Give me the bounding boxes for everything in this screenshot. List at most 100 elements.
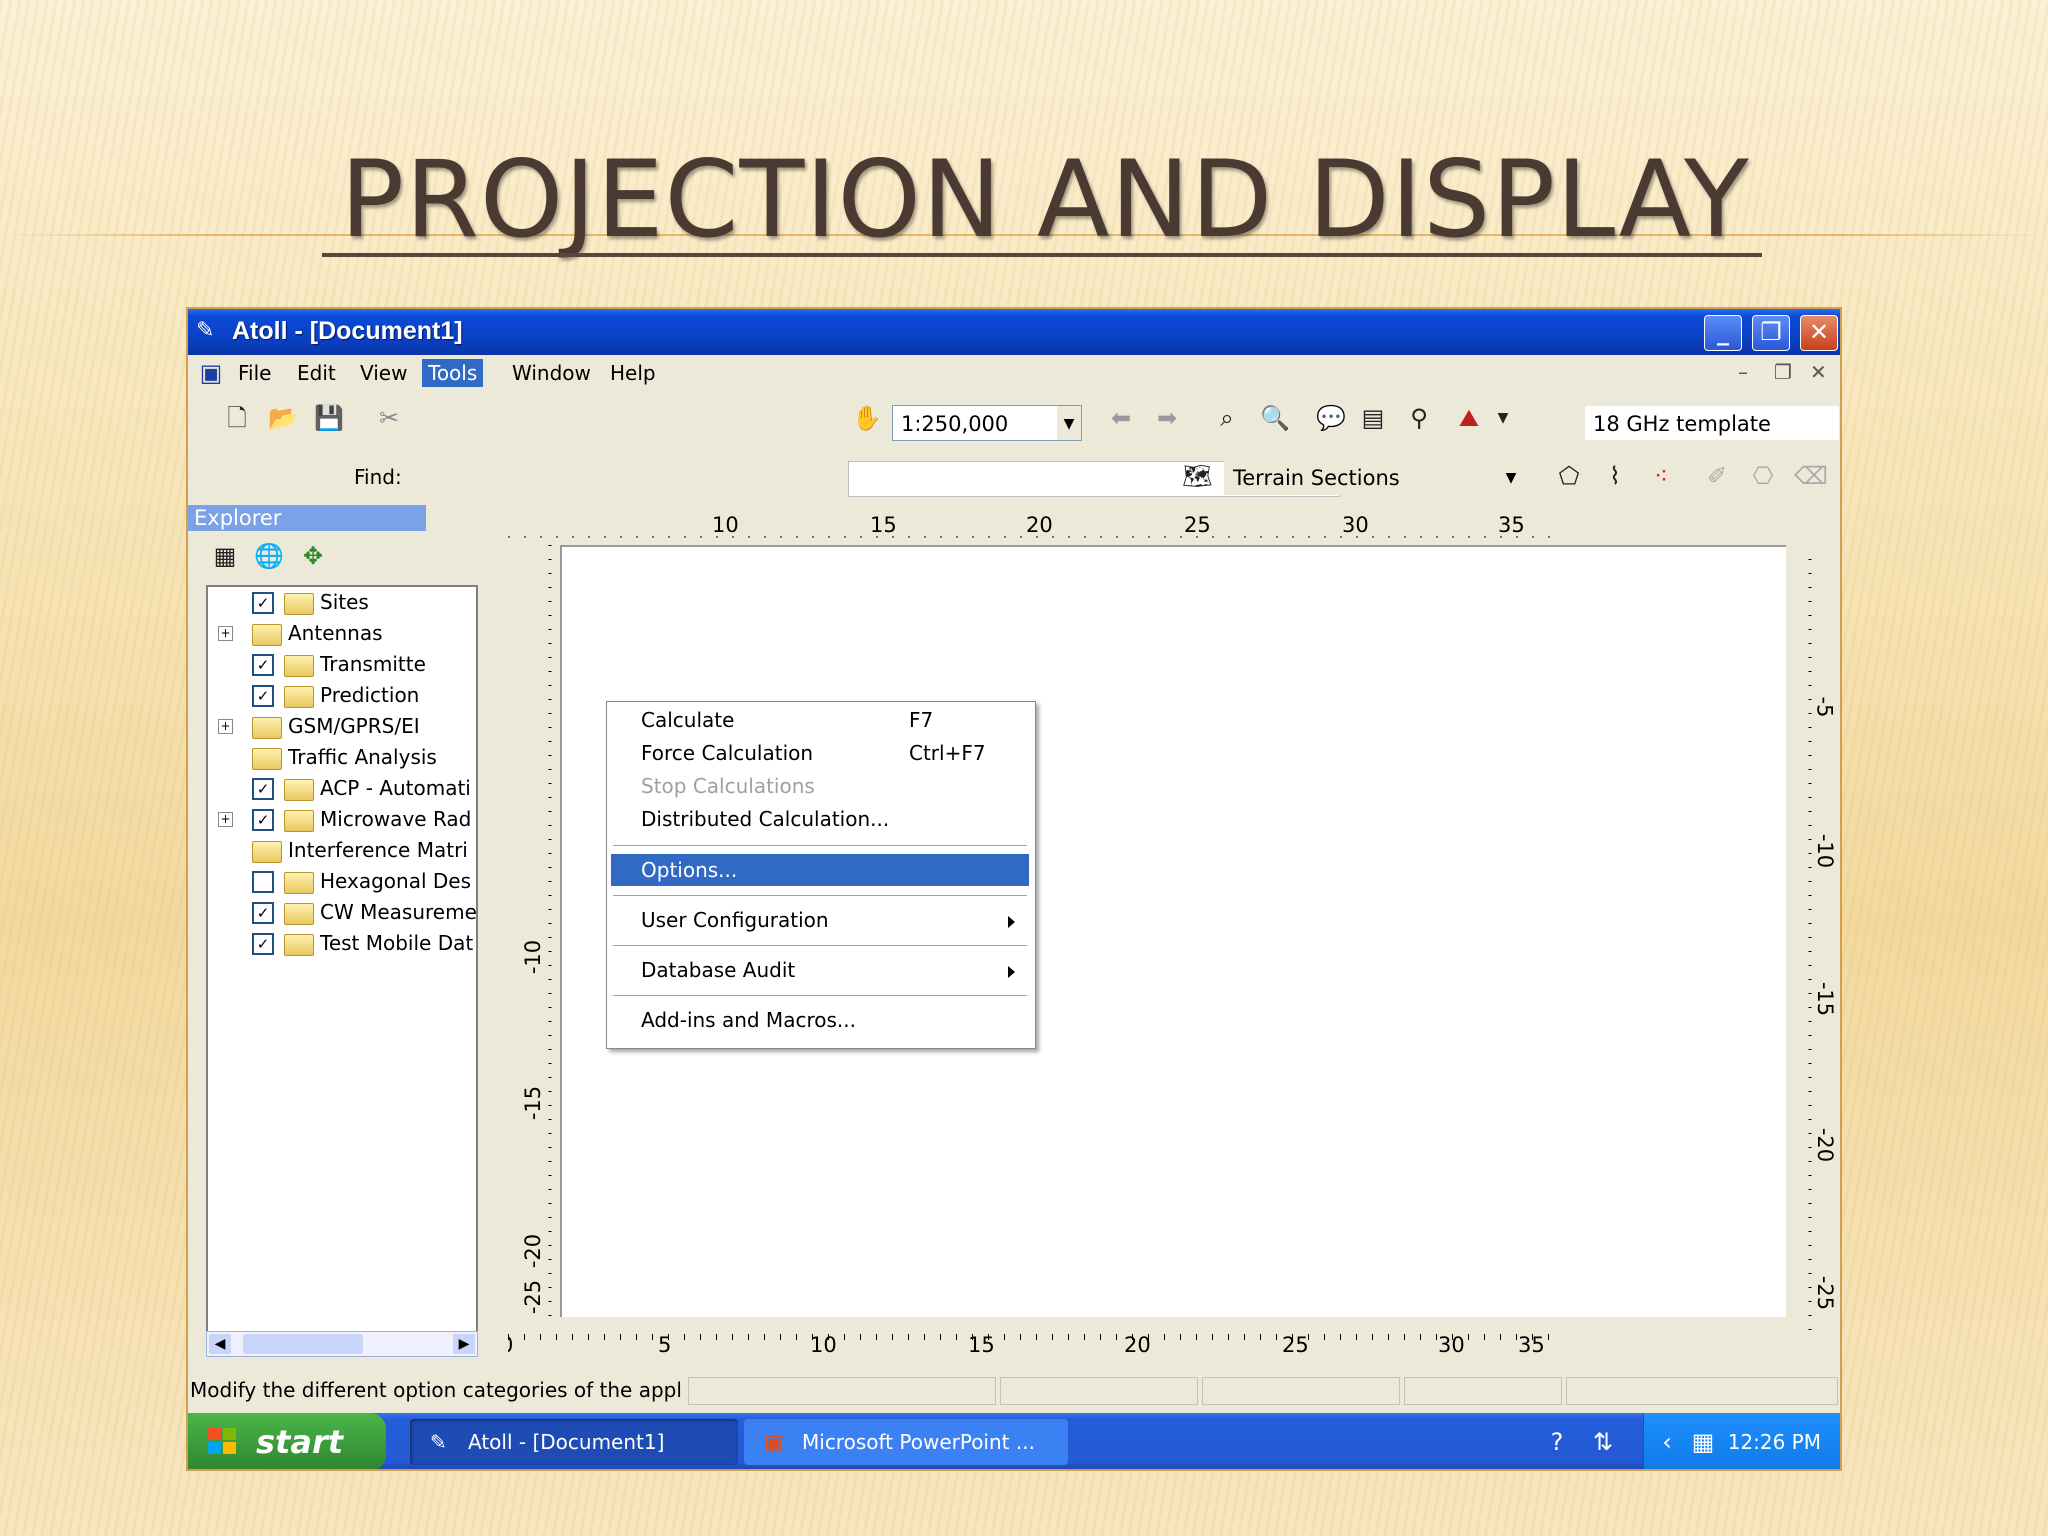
checkbox[interactable] xyxy=(252,871,274,893)
scroll-right-icon[interactable]: ▶ xyxy=(453,1334,475,1354)
binoculars-icon[interactable]: ⚲ xyxy=(1404,403,1434,433)
tree-item[interactable]: + GSM/GPRS/EI xyxy=(208,711,476,741)
mdi-minimize-icon[interactable]: – xyxy=(1738,360,1748,384)
tree-item[interactable]: ✓ ACP - Automati xyxy=(208,773,476,803)
tree-item[interactable]: Hexagonal Des xyxy=(208,866,476,896)
explorer-horizontal-scrollbar[interactable]: ◀ ▶ xyxy=(206,1331,478,1357)
tree-item[interactable]: Traffic Analysis xyxy=(208,742,476,772)
atoll-task-icon: ✎ xyxy=(430,1430,447,1454)
minimize-button[interactable]: _ xyxy=(1704,315,1742,351)
menu-item-force-calculation[interactable]: Force Calculation Ctrl+F7 xyxy=(611,737,1029,769)
zoom-icon[interactable]: 🔍 xyxy=(1260,403,1290,433)
geo-tab-icon[interactable]: 🌐 xyxy=(254,541,284,571)
edit-zone-icon[interactable]: ✐ xyxy=(1702,461,1732,491)
tree-item[interactable]: ✓ Transmitte xyxy=(208,649,476,679)
checkbox[interactable]: ✓ xyxy=(252,933,274,955)
menu-item-distributed-calculation[interactable]: Distributed Calculation... xyxy=(611,803,1029,835)
menu-edit[interactable]: Edit xyxy=(291,359,342,387)
menu-item-options[interactable]: Options... xyxy=(611,854,1029,886)
chevron-down-icon[interactable]: ▼ xyxy=(1499,460,1523,494)
tree-item[interactable]: ✓ Prediction xyxy=(208,680,476,710)
ruler-label: -20 xyxy=(521,1233,546,1269)
ruler-left: -10 -15 -20 -25 xyxy=(516,545,556,1325)
new-file-icon[interactable]: 🗋 xyxy=(222,403,252,433)
measure-icon[interactable]: ⌇ xyxy=(1600,461,1630,491)
powerpoint-icon: ▣ xyxy=(764,1430,783,1454)
profile-dropdown-icon[interactable]: ▼ xyxy=(1488,403,1518,433)
open-folder-icon[interactable]: 📂 xyxy=(268,403,298,433)
tray-expand-icon[interactable]: ‹ xyxy=(1652,1427,1682,1457)
tree-item[interactable]: ✓ CW Measureme xyxy=(208,897,476,927)
parameters-tab-icon[interactable]: ✥ xyxy=(298,541,328,571)
restore-button[interactable]: ❐ xyxy=(1752,315,1790,351)
save-icon[interactable]: 💾 xyxy=(314,403,344,433)
terrain-sections-combo[interactable]: Terrain Sections ▼ xyxy=(1224,459,1524,495)
checkbox[interactable]: ✓ xyxy=(252,685,274,707)
tree-item[interactable]: Interference Matri xyxy=(208,835,476,865)
mdi-restore-icon[interactable]: ❐ xyxy=(1774,360,1792,384)
menu-item-addins-macros[interactable]: Add-ins and Macros... xyxy=(611,1004,1029,1036)
menu-view[interactable]: View xyxy=(354,359,413,387)
ruler-bottom: 0 5 10 15 20 25 30 35 xyxy=(508,1333,1558,1359)
checkbox[interactable]: ✓ xyxy=(252,778,274,800)
expand-icon[interactable]: + xyxy=(218,719,233,734)
scale-ruler-icon[interactable]: ▤ xyxy=(1358,403,1388,433)
menu-tools[interactable]: Tools xyxy=(422,359,484,387)
ruler-label: 10 xyxy=(712,515,739,537)
menu-separator xyxy=(613,995,1027,999)
terrain-profile-icon[interactable]: ⛰ xyxy=(1454,403,1484,433)
checkbox[interactable]: ✓ xyxy=(252,809,274,831)
close-button[interactable]: ✕ xyxy=(1800,315,1838,351)
tree-item[interactable]: + Antennas xyxy=(208,618,476,648)
menu-item-user-configuration[interactable]: User Configuration xyxy=(611,904,1029,936)
menu-item-calculate[interactable]: Calculate F7 xyxy=(611,704,1029,736)
status-cell xyxy=(1404,1377,1562,1405)
tree-item-label: Microwave Rad xyxy=(320,807,472,831)
atoll-app-icon: ✎ xyxy=(196,318,215,343)
tooltip-balloon-icon[interactable]: 💬 xyxy=(1316,403,1346,433)
zoom-area-icon[interactable]: ⌕ xyxy=(1212,403,1242,433)
tree-item[interactable]: + ✓ Microwave Rad xyxy=(208,804,476,834)
menu-window[interactable]: Window xyxy=(506,359,597,387)
taskbar-item-atoll[interactable]: ✎ Atoll - [Document1] xyxy=(410,1419,738,1465)
checkbox[interactable]: ✓ xyxy=(252,592,274,614)
scroll-left-icon[interactable]: ◀ xyxy=(209,1334,231,1354)
tree-item[interactable]: ✓ Sites xyxy=(208,587,476,617)
expand-icon[interactable]: + xyxy=(218,626,233,641)
menu-help[interactable]: Help xyxy=(604,359,662,387)
tree-item-label: Sites xyxy=(320,590,369,614)
document-icon[interactable]: ▣ xyxy=(196,358,226,388)
network-icon[interactable]: ▦ xyxy=(1688,1427,1718,1457)
mdi-close-icon[interactable]: ✕ xyxy=(1810,360,1827,384)
tree-item-label: ACP - Automati xyxy=(320,776,471,800)
data-tab-icon[interactable]: ▦ xyxy=(210,541,240,571)
language-icon[interactable]: ⇅ xyxy=(1588,1427,1618,1457)
menu-item-database-audit[interactable]: Database Audit xyxy=(611,954,1029,986)
folder-icon xyxy=(284,810,314,832)
checkbox[interactable]: ✓ xyxy=(252,654,274,676)
back-arrow-icon[interactable]: ⬅ xyxy=(1106,403,1136,433)
menu-file[interactable]: File xyxy=(232,359,277,387)
pan-hand-icon[interactable]: ✋ xyxy=(852,403,882,433)
expand-icon[interactable]: + xyxy=(218,812,233,827)
help-icon[interactable]: ? xyxy=(1542,1427,1572,1457)
points-icon[interactable]: ⁖ xyxy=(1646,461,1676,491)
scale-value: 1:250,000 xyxy=(901,412,1009,436)
checkbox[interactable]: ✓ xyxy=(252,902,274,924)
forward-arrow-icon[interactable]: ➡ xyxy=(1152,403,1182,433)
ruler-label: 35 xyxy=(1498,515,1525,537)
scale-combo[interactable]: 1:250,000 ▼ xyxy=(892,405,1082,441)
delete-zone-icon[interactable]: ⌫ xyxy=(1794,461,1828,491)
chevron-down-icon[interactable]: ▼ xyxy=(1057,406,1081,440)
start-button[interactable]: start xyxy=(188,1413,386,1469)
merge-zone-icon[interactable]: ⎔ xyxy=(1748,461,1778,491)
template-combo[interactable]: 18 GHz template xyxy=(1584,405,1840,441)
cut-icon[interactable]: ✂ xyxy=(374,403,404,433)
window-titlebar[interactable]: ✎ Atoll - [Document1] _ ❐ ✕ xyxy=(188,309,1840,355)
taskbar-item-powerpoint[interactable]: ▣ Microsoft PowerPoint ... xyxy=(744,1419,1068,1465)
scroll-thumb[interactable] xyxy=(243,1334,363,1354)
terrain-section-icon[interactable]: 🗺 xyxy=(1182,461,1212,491)
polygon-icon[interactable]: ⬠ xyxy=(1554,461,1584,491)
menu-item-stop-calculations[interactable]: Stop Calculations xyxy=(611,770,1029,802)
tree-item[interactable]: ✓ Test Mobile Dat xyxy=(208,928,476,958)
